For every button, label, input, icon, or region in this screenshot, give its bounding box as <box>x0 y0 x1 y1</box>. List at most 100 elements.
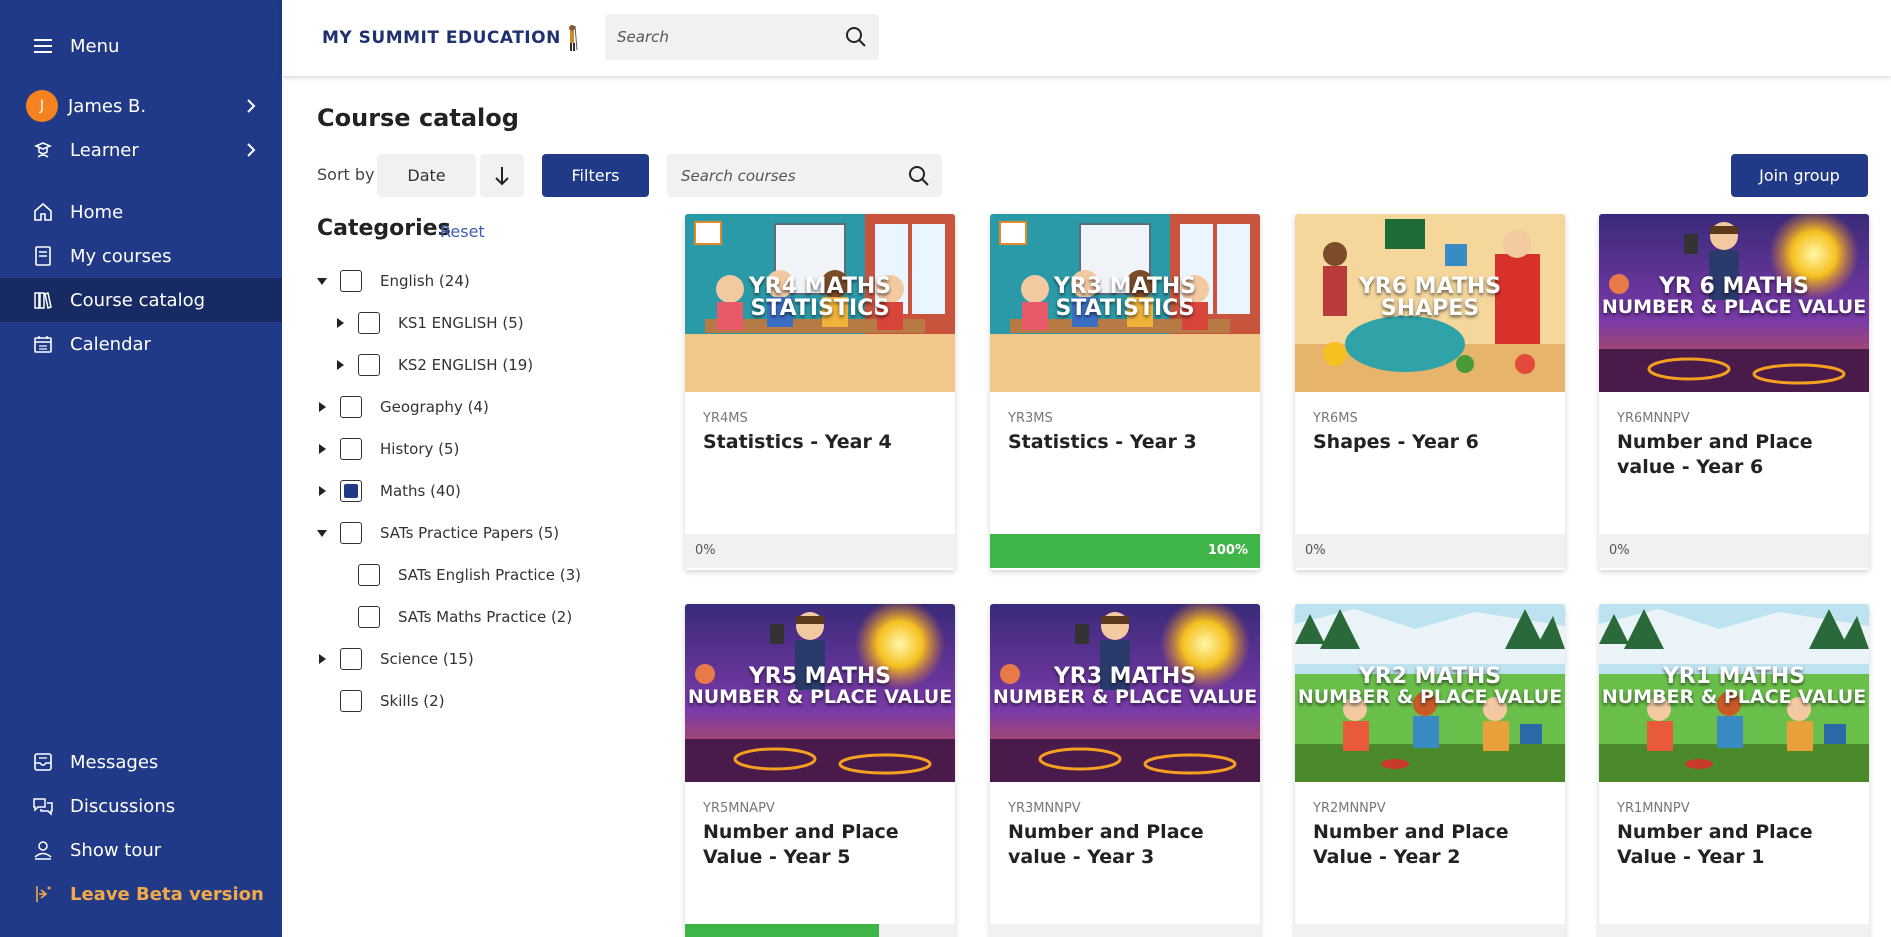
course-title[interactable]: Number and Place value - Year 6 <box>1617 430 1857 479</box>
category-label: Science (15) <box>380 650 474 668</box>
course-card[interactable]: YR1 MATHS NUMBER & PLACE VALUE YR1MNNPV Num… <box>1599 604 1869 937</box>
sidebar-item-my-courses[interactable]: My courses <box>0 234 282 278</box>
category-checkbox[interactable] <box>358 564 380 586</box>
progress-bar <box>685 924 955 937</box>
course-card[interactable]: YR 6 MATHS NUMBER & PLACE VALUE YR6MNNPV Nu… <box>1599 214 1869 570</box>
category-checkbox[interactable] <box>358 312 380 334</box>
leave-beta-link[interactable]: Leave Beta version <box>0 872 282 916</box>
thumbnail-title-line: YR4 MATHS <box>748 274 892 299</box>
menu-toggle[interactable]: Menu <box>0 24 282 68</box>
category-item[interactable]: KS1 ENGLISH (5) <box>334 309 524 337</box>
course-title[interactable]: Number and Place value - Year 3 <box>1008 820 1248 869</box>
category-item[interactable]: Skills (2) <box>316 687 445 715</box>
caret-right-icon[interactable] <box>316 653 328 665</box>
tour-icon <box>32 839 54 861</box>
course-title[interactable]: Number and Place Value - Year 5 <box>703 820 943 869</box>
category-item[interactable]: SATs Maths Practice (2) <box>334 603 572 631</box>
thumbnail-title-line: YR 6 MATHS <box>1659 274 1809 299</box>
course-card[interactable]: YR3 MATHS STATISTICS YR3MS Statistics - Yea… <box>990 214 1260 570</box>
course-title[interactable]: Statistics - Year 4 <box>703 430 943 455</box>
join-group-button[interactable]: Join group <box>1731 154 1868 197</box>
search-icon[interactable] <box>845 26 867 48</box>
category-item[interactable]: SATs English Practice (3) <box>334 561 581 589</box>
category-checkbox[interactable] <box>340 690 362 712</box>
role-label: Learner <box>70 139 139 161</box>
category-checkbox[interactable] <box>340 270 362 292</box>
course-title[interactable]: Shapes - Year 6 <box>1313 430 1553 455</box>
global-search-placeholder: Search <box>617 28 669 46</box>
top-header: MY SUMMIT EDUCATION Search <box>282 0 1891 76</box>
user-profile[interactable]: J James B. <box>0 84 282 128</box>
category-item[interactable]: English (24) <box>316 267 470 295</box>
caret-right-icon[interactable] <box>334 317 346 329</box>
course-thumbnail: YR4 MATHS STATISTICS <box>685 214 955 392</box>
caret-right-icon[interactable] <box>334 359 346 371</box>
caret-right-icon[interactable] <box>316 485 328 497</box>
search-icon[interactable] <box>908 165 930 187</box>
category-checkbox[interactable] <box>340 480 362 502</box>
category-checkbox[interactable] <box>358 606 380 628</box>
category-label: Skills (2) <box>380 692 445 710</box>
progress-bar: 0% <box>1599 534 1869 568</box>
category-label: KS1 ENGLISH (5) <box>398 314 524 332</box>
category-label: KS2 ENGLISH (19) <box>398 356 534 374</box>
course-title[interactable]: Number and Place Value - Year 1 <box>1617 820 1857 869</box>
category-checkbox[interactable] <box>340 396 362 418</box>
thumbnail-title-line: YR1 MATHS <box>1662 664 1806 689</box>
course-card[interactable]: YR6 MATHS SHAPES YR6MS Shapes - Year 6 0% <box>1295 214 1565 570</box>
caret-right-icon[interactable] <box>316 443 328 455</box>
global-search-input[interactable]: Search <box>605 14 879 60</box>
category-checkbox[interactable] <box>340 648 362 670</box>
caret-down-icon[interactable] <box>316 527 328 539</box>
progress-label: 0% <box>695 543 716 558</box>
thumbnail-subtitle-line: STATISTICS <box>1055 296 1195 321</box>
hamburger-icon <box>32 35 54 57</box>
categories-reset-link[interactable]: Reset <box>440 222 485 241</box>
course-title[interactable]: Number and Place Value - Year 2 <box>1313 820 1553 869</box>
course-code: YR3MS <box>1008 411 1053 426</box>
thumbnail-subtitle-line: NUMBER & PLACE VALUE <box>1601 686 1867 708</box>
category-item[interactable]: History (5) <box>316 435 459 463</box>
filters-button[interactable]: Filters <box>542 154 649 197</box>
book-icon <box>32 245 54 267</box>
role-switcher[interactable]: Learner <box>0 128 282 172</box>
sidebar-item-messages[interactable]: Messages <box>0 740 282 784</box>
sort-select[interactable]: Date <box>377 154 476 197</box>
caret-down-icon[interactable] <box>316 275 328 287</box>
logo-figure-icon <box>568 25 578 51</box>
sidebar-item-calendar[interactable]: Calendar <box>0 322 282 366</box>
messages-icon <box>32 751 54 773</box>
category-item[interactable]: Maths (40) <box>316 477 461 505</box>
leave-beta-label: Leave Beta version <box>70 883 264 905</box>
thumbnail-subtitle-line: NUMBER & PLACE VALUE <box>687 686 953 708</box>
course-card[interactable]: YR3 MATHS NUMBER & PLACE VALUE YR3MNNPV Num… <box>990 604 1260 937</box>
course-card[interactable]: YR5 MATHS NUMBER & PLACE VALUE YR5MNAPV Num… <box>685 604 955 937</box>
course-search-input[interactable]: Search courses <box>667 154 942 197</box>
sort-direction-button[interactable] <box>480 154 524 197</box>
sidebar-item-discussions[interactable]: Discussions <box>0 784 282 828</box>
course-card[interactable]: YR4 MATHS STATISTICS YR4MS Statistics - Yea… <box>685 214 955 570</box>
progress-bar: 100% <box>990 534 1260 568</box>
category-checkbox[interactable] <box>340 438 362 460</box>
thumbnail-subtitle-line: NUMBER & PLACE VALUE <box>1297 686 1563 708</box>
category-item[interactable]: Geography (4) <box>316 393 489 421</box>
category-item[interactable]: Science (15) <box>316 645 474 673</box>
progress-label: 0% <box>1305 543 1326 558</box>
course-card[interactable]: YR2 MATHS NUMBER & PLACE VALUE YR2MNNPV Num… <box>1295 604 1565 937</box>
category-item[interactable]: KS2 ENGLISH (19) <box>334 351 533 379</box>
course-title[interactable]: Statistics - Year 3 <box>1008 430 1248 455</box>
caret-right-icon[interactable] <box>316 401 328 413</box>
sidebar-item-label: Messages <box>70 751 159 773</box>
category-label: Geography (4) <box>380 398 489 416</box>
category-checkbox[interactable] <box>340 522 362 544</box>
sidebar-item-course-catalog[interactable]: Course catalog <box>0 278 282 322</box>
sidebar-item-show-tour[interactable]: Show tour <box>0 828 282 872</box>
category-item[interactable]: SATs Practice Papers (5) <box>316 519 559 547</box>
category-checkbox[interactable] <box>358 354 380 376</box>
site-logo[interactable]: MY SUMMIT EDUCATION <box>322 24 579 52</box>
sidebar-item-home[interactable]: Home <box>0 190 282 234</box>
course-code: YR5MNAPV <box>703 801 775 816</box>
category-label: Maths (40) <box>380 482 461 500</box>
course-code: YR6MNNPV <box>1617 411 1690 426</box>
